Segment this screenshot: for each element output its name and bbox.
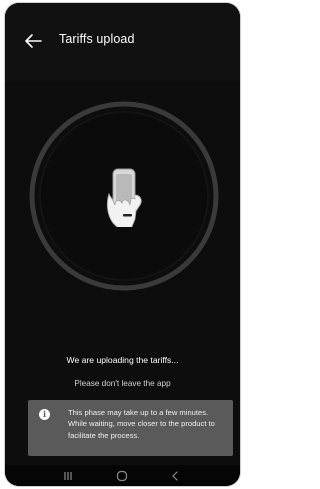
phone-screen: Tariffs upload We are uploading the tari… [5, 3, 240, 486]
back-icon[interactable] [168, 469, 182, 483]
back-arrow-icon[interactable] [23, 32, 43, 50]
page-title: Tariffs upload [59, 32, 135, 46]
upload-status-submessage: Please don't leave the app [74, 379, 171, 388]
home-icon[interactable] [115, 469, 129, 483]
upload-status-message: We are uploading the tariffs... [66, 355, 179, 365]
system-navigation-bar [5, 465, 240, 486]
upload-progress-ring [27, 99, 221, 293]
info-notice: i This phase may take up to a few minute… [28, 400, 233, 456]
info-notice-text: This phase may take up to a few minutes.… [68, 408, 215, 440]
app-bar: Tariffs upload [5, 3, 240, 81]
info-icon: i [39, 409, 50, 420]
recent-apps-icon[interactable] [61, 469, 75, 483]
